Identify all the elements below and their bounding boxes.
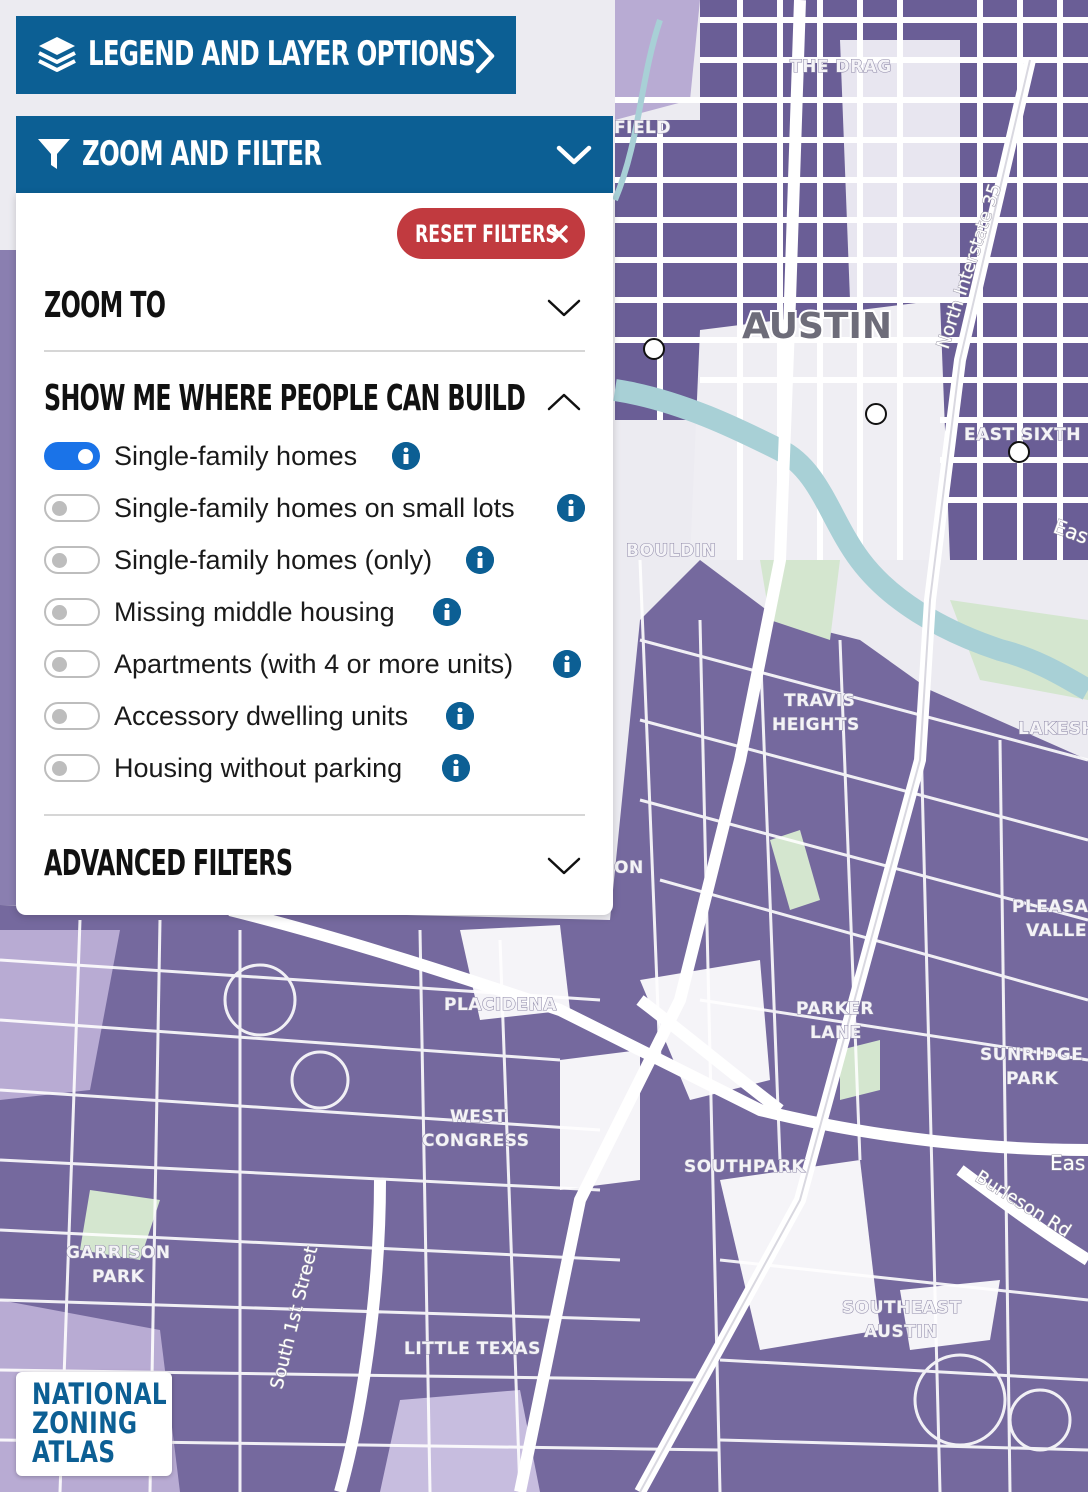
svg-text:AUSTIN: AUSTIN (864, 1322, 938, 1342)
svg-text:SOUTHEAST: SOUTHEAST (842, 1298, 961, 1318)
zoom-to-header[interactable]: ZOOM TO (44, 285, 166, 326)
toggle-single-family-small-lots[interactable] (44, 494, 100, 522)
info-icon[interactable] (466, 546, 494, 574)
svg-text:CONGRESS: CONGRESS (422, 1131, 530, 1151)
option-apartments: Apartments (with 4 or more units) (44, 649, 589, 679)
svg-text:SOUTHPARK: SOUTHPARK (684, 1157, 805, 1177)
svg-text:BOULDIN: BOULDIN (626, 541, 716, 561)
option-label: Missing middle housing (114, 597, 395, 627)
toggle-missing-middle-housing[interactable] (44, 598, 100, 626)
map-marker[interactable] (1008, 441, 1030, 463)
svg-text:SUNRIDGE: SUNRIDGE (980, 1045, 1083, 1065)
toggle-single-family-homes[interactable] (44, 442, 100, 470)
info-icon[interactable] (553, 650, 581, 678)
svg-text:VALLE: VALLE (1026, 921, 1087, 941)
svg-text:PARKER: PARKER (796, 999, 874, 1019)
info-icon[interactable] (433, 598, 461, 626)
chevron-down-icon[interactable] (546, 297, 582, 319)
filter-panel: RESET FILTERS ZOOM TO SHOW ME WHERE PEOP… (16, 193, 613, 915)
map-marker[interactable] (865, 403, 887, 425)
info-icon[interactable] (557, 494, 585, 522)
info-icon[interactable] (446, 702, 474, 730)
chevron-down-icon[interactable] (546, 855, 582, 877)
chevron-up-icon[interactable] (546, 391, 582, 413)
chevron-down-icon[interactable] (556, 144, 592, 166)
legend-and-layer-options-bar[interactable]: LEGEND AND LAYER OPTIONS (16, 16, 516, 94)
divider (44, 814, 585, 816)
option-label: Accessory dwelling units (114, 701, 409, 731)
option-single-family-homes: Single-family homes (44, 441, 589, 471)
divider (44, 350, 585, 352)
svg-text:LAKESH: LAKESH (1018, 719, 1088, 739)
show-me-where-people-can-build-header[interactable]: SHOW ME WHERE PEOPLE CAN BUILD (44, 378, 526, 419)
layers-icon (38, 37, 76, 72)
option-missing-middle-housing: Missing middle housing (44, 597, 589, 627)
svg-text:PARK: PARK (92, 1267, 145, 1287)
svg-text:AUSTIN: AUSTIN (742, 306, 892, 347)
svg-text:GARRISON: GARRISON (66, 1243, 171, 1263)
svg-text:FIELD: FIELD (614, 118, 671, 138)
filter-funnel-icon (38, 139, 70, 169)
toggle-housing-without-parking[interactable] (44, 754, 100, 782)
svg-text:ON: ON (614, 858, 644, 878)
toggle-apartments[interactable] (44, 650, 100, 678)
logo-line: NATIONAL (32, 1377, 168, 1411)
svg-text:Eas: Eas (1050, 1151, 1085, 1175)
option-housing-without-parking: Housing without parking (44, 753, 589, 783)
svg-text:PLEASA: PLEASA (1012, 897, 1088, 917)
map-marker[interactable] (643, 338, 665, 360)
svg-text:LANE: LANE (810, 1023, 862, 1043)
toggle-single-family-only[interactable] (44, 546, 100, 574)
national-zoning-atlas-logo[interactable]: NATIONAL ZONING ATLAS (16, 1372, 172, 1476)
option-single-family-only: Single-family homes (only) (44, 545, 589, 575)
logo-line: ATLAS (32, 1435, 116, 1469)
option-label: Single-family homes (only) (114, 545, 433, 575)
info-icon[interactable] (442, 754, 470, 782)
option-single-family-small-lots: Single-family homes on small lots (44, 493, 589, 523)
option-accessory-dwelling-units: Accessory dwelling units (44, 701, 589, 731)
info-icon[interactable] (392, 442, 420, 470)
svg-text:THE DRAG: THE DRAG (790, 57, 892, 77)
reset-filters-label: RESET FILTERS (415, 219, 558, 248)
option-label: Apartments (with 4 or more units) (114, 649, 514, 679)
option-label: Single-family homes (114, 441, 358, 471)
filter-bar-title: ZOOM AND FILTER (82, 134, 322, 174)
option-label: Single-family homes on small lots (114, 493, 515, 523)
zoom-and-filter-bar[interactable]: ZOOM AND FILTER (16, 116, 613, 193)
svg-text:PLACIDENA: PLACIDENA (444, 995, 557, 1015)
close-icon (550, 225, 568, 243)
advanced-filters-header[interactable]: ADVANCED FILTERS (44, 843, 293, 884)
svg-text:HEIGHTS: HEIGHTS (772, 715, 860, 735)
chevron-right-icon[interactable] (474, 38, 496, 74)
svg-text:LITTLE TEXAS: LITTLE TEXAS (404, 1339, 541, 1359)
logo-line: ZONING (32, 1406, 138, 1440)
reset-filters-button[interactable]: RESET FILTERS (397, 208, 585, 259)
svg-text:PARK: PARK (1006, 1069, 1059, 1089)
svg-text:TRAVIS: TRAVIS (784, 691, 855, 711)
legend-bar-title: LEGEND AND LAYER OPTIONS (88, 34, 476, 74)
toggle-accessory-dwelling-units[interactable] (44, 702, 100, 730)
option-label: Housing without parking (114, 753, 403, 783)
svg-text:WEST: WEST (450, 1107, 506, 1127)
